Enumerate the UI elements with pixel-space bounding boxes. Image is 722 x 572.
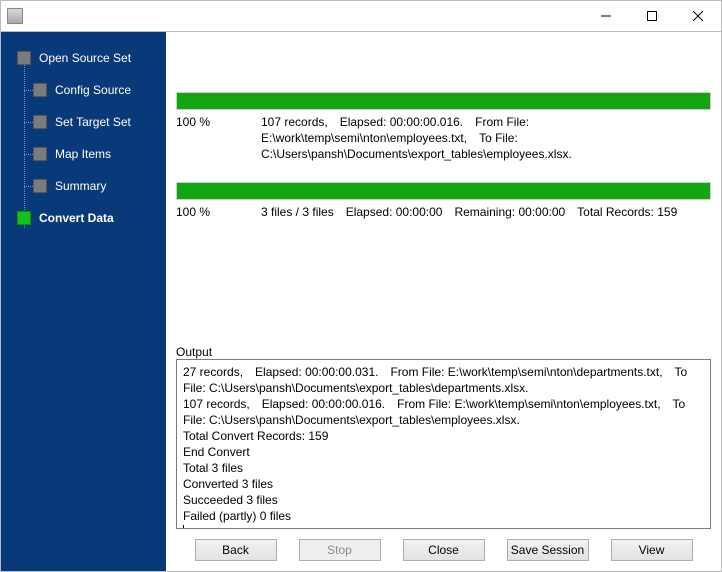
file-progress-percent: 100 %	[176, 114, 261, 162]
save-session-button[interactable]: Save Session	[507, 539, 589, 561]
file-progress-bar	[176, 92, 711, 110]
step-marker-icon	[33, 115, 47, 129]
step-marker-icon	[33, 147, 47, 161]
output-log[interactable]: 27 records, Elapsed: 00:00:00.031. From …	[176, 359, 711, 529]
step-set-target-set[interactable]: Set Target Set	[1, 106, 166, 138]
app-window: Open Source Set Config Source Set Target…	[0, 0, 722, 572]
wizard-sidebar: Open Source Set Config Source Set Target…	[1, 31, 166, 571]
main-panel: 100 % 107 records, Elapsed: 00:00:00.016…	[166, 31, 721, 571]
titlebar-left	[7, 8, 27, 24]
step-marker-icon	[17, 211, 31, 225]
step-label: Map Items	[55, 147, 111, 161]
file-progress-fill	[177, 93, 710, 109]
progress-area: 100 % 107 records, Elapsed: 00:00:00.016…	[176, 42, 711, 220]
back-button[interactable]: Back	[195, 539, 277, 561]
step-convert-data[interactable]: Convert Data	[1, 202, 166, 234]
minimize-button[interactable]	[583, 1, 629, 31]
view-button[interactable]: View	[611, 539, 693, 561]
maximize-button[interactable]	[629, 1, 675, 31]
stop-button[interactable]: Stop	[299, 539, 381, 561]
step-label: Config Source	[55, 83, 131, 97]
app-icon	[7, 8, 23, 24]
step-map-items[interactable]: Map Items	[1, 138, 166, 170]
total-progress-percent: 100 %	[176, 204, 261, 220]
step-marker-icon	[17, 51, 31, 65]
step-label: Set Target Set	[55, 115, 131, 129]
file-progress-status: 100 % 107 records, Elapsed: 00:00:00.016…	[176, 114, 711, 162]
step-label: Convert Data	[39, 211, 114, 225]
step-summary[interactable]: Summary	[1, 170, 166, 202]
step-marker-icon	[33, 83, 47, 97]
titlebar[interactable]	[1, 1, 721, 31]
body: Open Source Set Config Source Set Target…	[1, 31, 721, 571]
step-label: Summary	[55, 179, 106, 193]
output-log-text: 27 records, Elapsed: 00:00:00.031. From …	[183, 365, 691, 523]
step-config-source[interactable]: Config Source	[1, 74, 166, 106]
total-progress-fill	[177, 183, 710, 199]
step-label: Open Source Set	[39, 51, 131, 65]
window-controls	[583, 1, 721, 31]
wizard-buttons: Back Stop Close Save Session View	[176, 529, 711, 565]
step-marker-icon	[33, 179, 47, 193]
close-window-button[interactable]	[675, 1, 721, 31]
step-open-source-set[interactable]: Open Source Set	[1, 42, 166, 74]
close-button[interactable]: Close	[403, 539, 485, 561]
total-progress-status: 100 % 3 files / 3 files Elapsed: 00:00:0…	[176, 204, 711, 220]
total-progress-bar	[176, 182, 711, 200]
file-progress-details: 107 records, Elapsed: 00:00:00.016. From…	[261, 114, 711, 162]
total-progress-details: 3 files / 3 files Elapsed: 00:00:00 Rema…	[261, 204, 711, 220]
output-label: Output	[176, 335, 711, 359]
